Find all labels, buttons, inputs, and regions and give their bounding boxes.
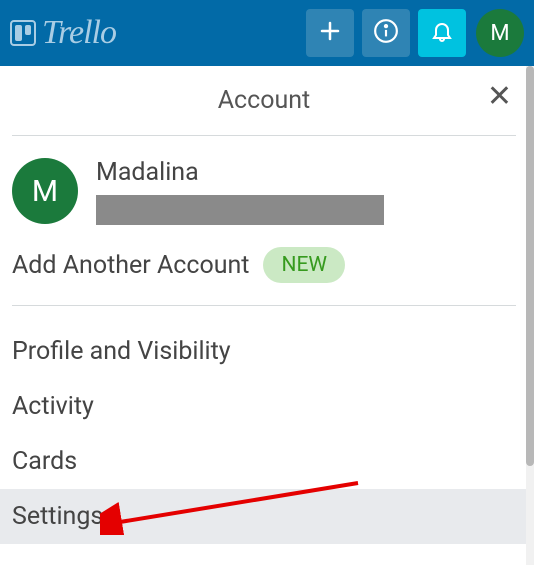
close-icon: ✕ bbox=[487, 79, 512, 114]
trello-logo-icon bbox=[10, 20, 36, 46]
add-account-row[interactable]: Add Another Account NEW bbox=[12, 237, 516, 306]
menu-item-settings[interactable]: Settings bbox=[0, 489, 526, 544]
trello-logo[interactable]: Trello bbox=[10, 14, 116, 52]
new-badge: NEW bbox=[263, 247, 345, 283]
account-panel: Account ✕ M Madalina Add Another Account… bbox=[0, 70, 526, 565]
top-bar-actions: M bbox=[306, 9, 524, 57]
menu-item-activity[interactable]: Activity bbox=[12, 379, 516, 434]
account-avatar-button[interactable]: M bbox=[476, 9, 524, 57]
avatar-initial: M bbox=[490, 21, 509, 46]
plus-icon bbox=[318, 19, 342, 47]
add-account-label: Add Another Account bbox=[12, 251, 249, 280]
create-button[interactable] bbox=[306, 9, 354, 57]
account-menu: Profile and Visibility Activity Cards Se… bbox=[12, 306, 516, 544]
menu-item-cards[interactable]: Cards bbox=[12, 434, 516, 489]
info-button[interactable] bbox=[362, 9, 410, 57]
close-button[interactable]: ✕ bbox=[487, 82, 512, 112]
menu-item-profile[interactable]: Profile and Visibility bbox=[12, 324, 516, 379]
top-bar: Trello M bbox=[0, 0, 534, 66]
account-name: Madalina bbox=[96, 158, 384, 187]
notifications-button[interactable] bbox=[418, 9, 466, 57]
info-icon bbox=[373, 18, 399, 48]
account-email-redacted bbox=[96, 195, 384, 225]
bell-icon bbox=[430, 19, 454, 47]
scrollbar-thumb[interactable] bbox=[526, 66, 534, 466]
trello-logo-text: Trello bbox=[42, 14, 116, 52]
account-row: M Madalina bbox=[12, 136, 516, 237]
account-avatar: M bbox=[12, 158, 78, 224]
avatar-initial: M bbox=[32, 174, 58, 209]
panel-header: Account ✕ bbox=[12, 70, 516, 136]
panel-title: Account bbox=[218, 86, 311, 115]
